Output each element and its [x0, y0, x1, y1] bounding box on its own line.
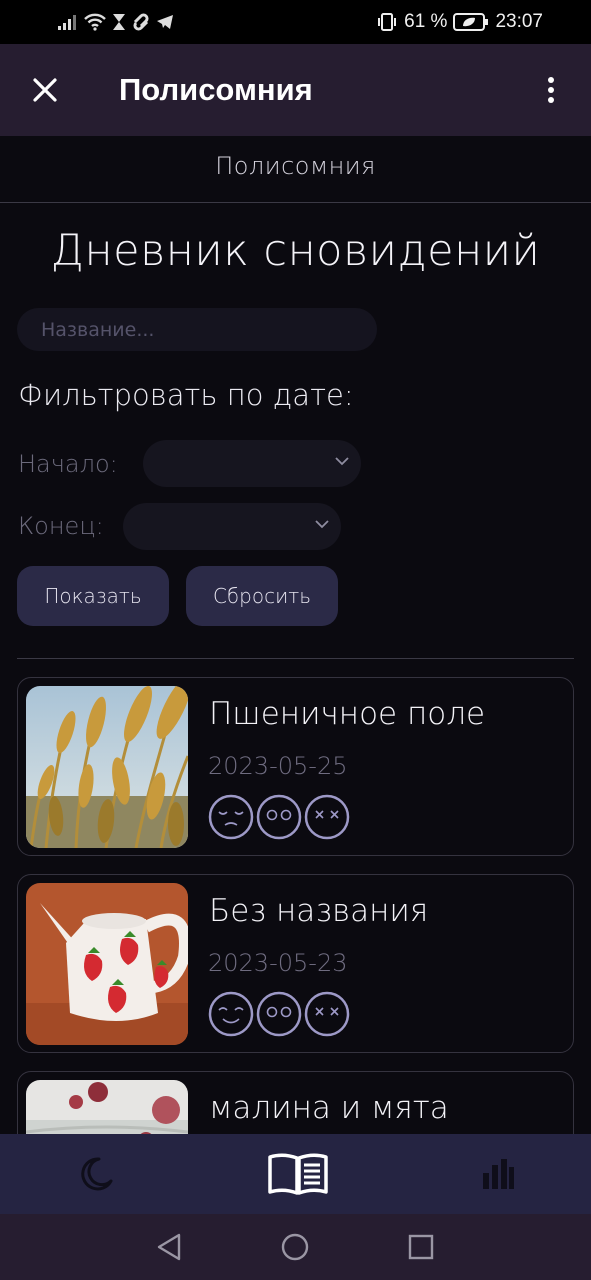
start-date-label: Начало:: [18, 450, 118, 478]
entry-date: 2023-05-23: [208, 949, 348, 977]
entry-title: малина и мята: [209, 1090, 449, 1126]
search-input[interactable]: [17, 308, 377, 351]
battery-percent: 61 %: [404, 11, 448, 32]
signal-icon: [58, 15, 76, 30]
divider: [0, 202, 591, 203]
chevron-down-icon: [335, 457, 349, 466]
hourglass-icon: [113, 14, 125, 30]
end-date-select[interactable]: [123, 503, 341, 550]
dream-entry-card[interactable]: малина и мята: [17, 1071, 574, 1134]
eyes-open-face-icon: [256, 991, 302, 1037]
status-right: 61 % 23:07: [376, 9, 543, 35]
page-content: Полисомния Дневник сновидений Фильтроват…: [0, 136, 591, 1134]
nav-stats-button[interactable]: [474, 1146, 522, 1202]
battery-saver-icon: [453, 13, 489, 31]
eyes-open-face-icon: [256, 794, 302, 840]
system-navigation: [0, 1214, 591, 1280]
reset-button[interactable]: Сбросить: [186, 566, 338, 626]
open-book-icon: [268, 1153, 328, 1195]
entry-mood-icons: [208, 794, 350, 840]
sleepy-face-icon: [208, 794, 254, 840]
entry-date: 2023-05-25: [208, 752, 348, 780]
recents-icon: [408, 1234, 434, 1260]
raspberry-mint-image: [26, 1080, 188, 1134]
smile-face-icon: [208, 991, 254, 1037]
more-vert-dot: [548, 87, 554, 93]
wifi-icon: [84, 13, 106, 31]
teapot-image: [26, 883, 188, 1045]
close-button[interactable]: [28, 73, 62, 107]
more-options-button[interactable]: [536, 72, 566, 108]
status-bar: 61 % 23:07: [0, 0, 591, 44]
filter-label: Фильтровать по дате:: [18, 378, 354, 412]
link-icon: [133, 13, 149, 31]
dream-entry-card[interactable]: Пшеничное поле 2023-05-25: [17, 677, 574, 856]
entry-title: Без названия: [209, 893, 429, 929]
dream-entry-card[interactable]: Без названия 2023-05-23: [17, 874, 574, 1053]
wheat-field-image: [26, 686, 188, 848]
back-icon: [157, 1233, 181, 1261]
nav-diary-button[interactable]: [266, 1146, 330, 1202]
bar-chart-icon: [483, 1159, 514, 1189]
home-button[interactable]: [278, 1230, 312, 1264]
bottom-navigation: [0, 1134, 591, 1214]
x-eyes-face-icon: [304, 794, 350, 840]
chevron-down-icon: [315, 520, 329, 529]
end-date-label: Конец:: [18, 512, 104, 540]
entry-title: Пшеничное поле: [209, 696, 486, 732]
more-vert-icon: [548, 77, 554, 83]
status-left-icons: [58, 11, 174, 33]
entry-mood-icons: [208, 991, 350, 1037]
page-title: Дневник сновидений: [50, 226, 541, 276]
start-date-select[interactable]: [143, 440, 361, 487]
more-vert-dot: [548, 97, 554, 103]
close-icon: [33, 78, 57, 102]
home-icon: [281, 1233, 309, 1261]
recents-button[interactable]: [404, 1230, 438, 1264]
back-button[interactable]: [152, 1230, 186, 1264]
app-bar-title: Полисомния: [119, 72, 313, 107]
clock: 23:07: [495, 11, 543, 32]
show-button[interactable]: Показать: [17, 566, 169, 626]
app-bar: Полисомния: [0, 44, 591, 136]
nav-dreams-button[interactable]: [70, 1146, 122, 1202]
x-eyes-face-icon: [304, 991, 350, 1037]
moon-icon: [81, 1157, 113, 1191]
vibrate-icon: [378, 13, 397, 31]
divider: [17, 658, 574, 659]
telegram-icon: [157, 15, 173, 29]
site-title[interactable]: Полисомния: [0, 152, 591, 180]
